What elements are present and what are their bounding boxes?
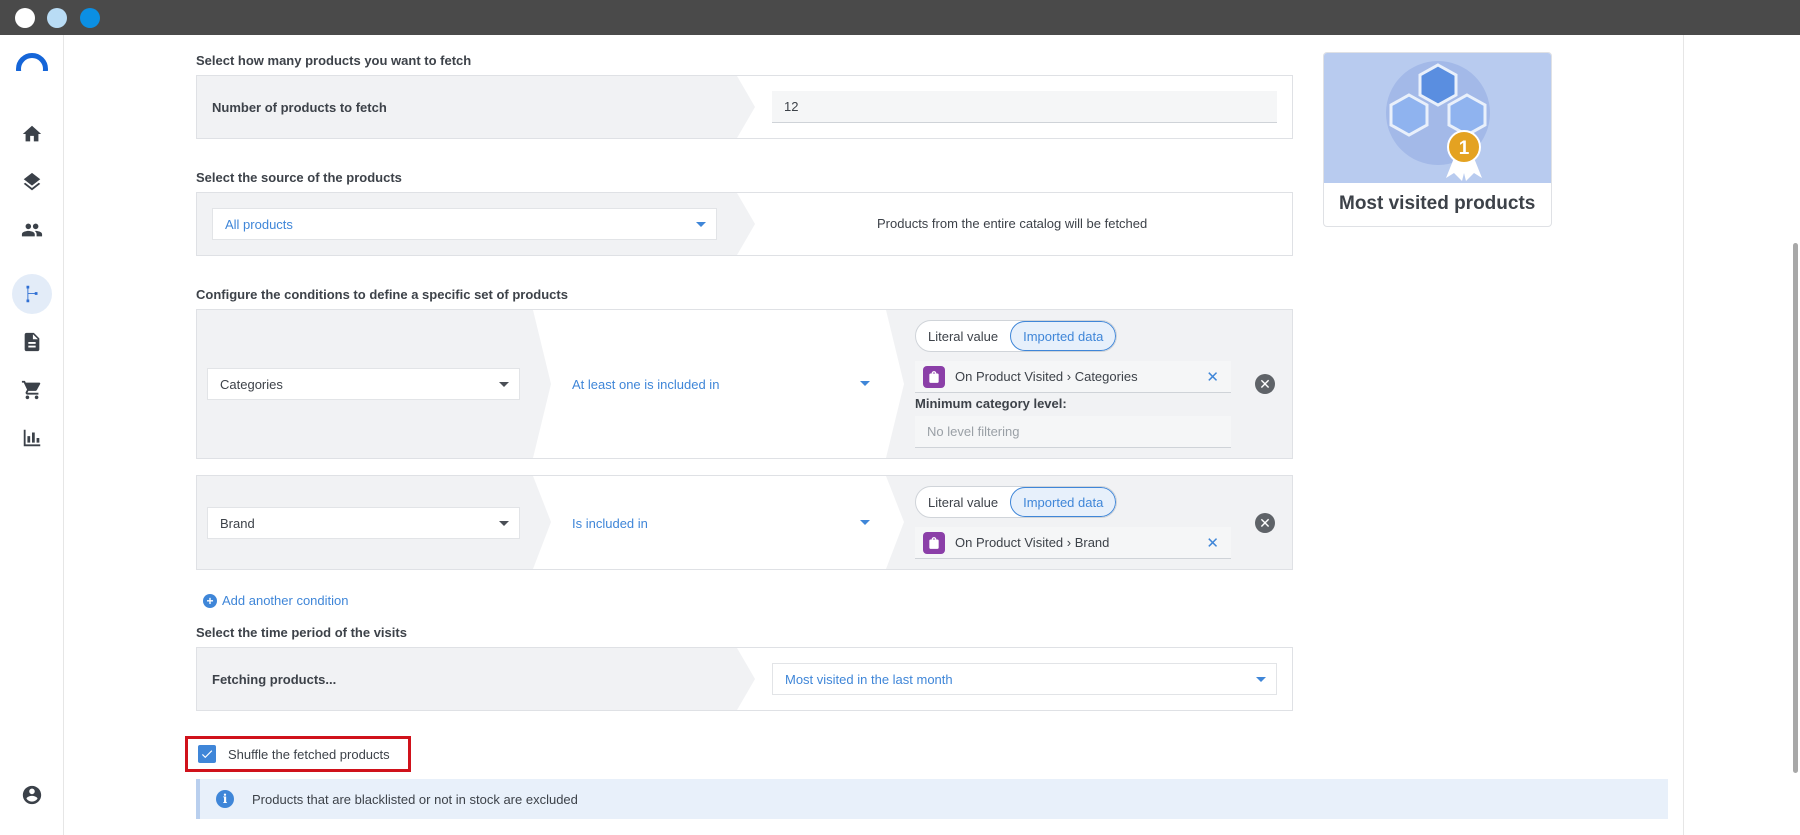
shuffle-checkbox-row[interactable]: Shuffle the fetched products bbox=[185, 736, 411, 772]
cart-icon bbox=[21, 380, 41, 400]
remove-condition-button[interactable]: ✕ bbox=[1255, 513, 1275, 533]
add-condition-button[interactable]: + Add another condition bbox=[203, 593, 348, 608]
source-panel: All products Products from the entire ca… bbox=[196, 192, 1293, 256]
sidebar-item-account[interactable] bbox=[12, 775, 52, 815]
time-period-value: Most visited in the last month bbox=[785, 671, 953, 687]
min-category-level-input[interactable]: No level filtering bbox=[915, 416, 1231, 448]
arrow-divider bbox=[737, 76, 755, 138]
sidebar-item-layers[interactable] bbox=[12, 162, 52, 202]
time-period-section-label: Select the time period of the visits bbox=[196, 625, 407, 640]
arrow-divider bbox=[886, 310, 904, 458]
arrow-divider bbox=[533, 476, 551, 569]
sidebar-item-analytics[interactable] bbox=[12, 418, 52, 458]
arrow-divider bbox=[533, 310, 551, 458]
chevron-down-icon bbox=[499, 382, 509, 387]
imported-data-field[interactable]: On Product Visited › Categories ✕ bbox=[915, 361, 1231, 393]
condition-row: Categories At least one is included in L… bbox=[196, 309, 1293, 459]
chevron-down-icon bbox=[1256, 677, 1266, 682]
value-type-toggle: Literal value Imported data bbox=[915, 320, 1118, 352]
arrow-divider bbox=[737, 193, 755, 255]
home-icon bbox=[22, 125, 42, 142]
time-period-panel: Fetching products... Most visited in the… bbox=[196, 647, 1293, 711]
imported-data-toggle[interactable]: Imported data bbox=[1010, 487, 1117, 517]
source-select[interactable]: All products bbox=[212, 208, 717, 240]
window-maximize-button[interactable] bbox=[80, 8, 100, 28]
conditions-section-label: Configure the conditions to define a spe… bbox=[196, 287, 568, 302]
condition-operator-value: Is included in bbox=[572, 515, 648, 531]
chevron-down-icon bbox=[860, 520, 870, 525]
document-icon bbox=[24, 332, 40, 352]
imported-data-toggle[interactable]: Imported data bbox=[1010, 321, 1117, 351]
imported-data-chip: On Product Visited › Brand bbox=[955, 535, 1110, 550]
window-minimize-button[interactable] bbox=[47, 8, 67, 28]
layers-icon bbox=[23, 172, 41, 191]
info-text: Products that are blacklisted or not in … bbox=[252, 791, 578, 807]
condition-field-value: Brand bbox=[220, 515, 255, 531]
imported-data-field[interactable]: On Product Visited › Brand ✕ bbox=[915, 527, 1231, 559]
time-period-label: Fetching products... bbox=[212, 672, 337, 687]
fetch-count-section-label: Select how many products you want to fet… bbox=[196, 53, 472, 68]
recipe-illustration: 1 bbox=[1324, 53, 1551, 183]
fetch-count-panel: Number of products to fetch 12 bbox=[196, 75, 1293, 139]
bar-chart-icon bbox=[23, 429, 41, 447]
sidebar-item-home[interactable] bbox=[12, 114, 52, 154]
window-titlebar bbox=[0, 0, 1800, 35]
condition-operator-select[interactable]: Is included in bbox=[560, 507, 880, 539]
sidebar-item-document[interactable] bbox=[12, 322, 52, 362]
flow-icon bbox=[26, 285, 38, 303]
recipe-card-title: Most visited products bbox=[1339, 193, 1536, 214]
shuffle-checkbox[interactable] bbox=[198, 745, 216, 763]
source-description: Products from the entire catalog will be… bbox=[877, 216, 1148, 231]
source-select-value: All products bbox=[225, 216, 293, 232]
clear-icon[interactable]: ✕ bbox=[1206, 368, 1219, 386]
chevron-down-icon bbox=[860, 381, 870, 386]
arrow-divider bbox=[737, 648, 755, 710]
medal-badge-number: 1 bbox=[1459, 138, 1470, 159]
time-period-select[interactable]: Most visited in the last month bbox=[772, 663, 1277, 695]
sidebar bbox=[0, 35, 64, 835]
value-type-toggle: Literal value Imported data bbox=[915, 486, 1118, 518]
literal-value-toggle[interactable]: Literal value bbox=[916, 487, 1010, 517]
shuffle-label: Shuffle the fetched products bbox=[228, 746, 390, 762]
literal-value-toggle[interactable]: Literal value bbox=[916, 321, 1010, 351]
fetch-count-label: Number of products to fetch bbox=[212, 100, 387, 115]
min-category-level-label: Minimum category level: bbox=[915, 396, 1067, 411]
sidebar-item-people[interactable] bbox=[12, 210, 52, 250]
condition-field-select[interactable]: Categories bbox=[207, 368, 520, 400]
sidebar-item-flow[interactable] bbox=[12, 274, 52, 314]
add-condition-label: Add another condition bbox=[222, 593, 349, 608]
condition-field-value: Categories bbox=[220, 376, 283, 392]
arrow-divider bbox=[886, 476, 904, 569]
info-icon: i bbox=[216, 790, 234, 808]
shopping-bag-icon bbox=[923, 531, 945, 554]
sidebar-item-cart[interactable] bbox=[12, 370, 52, 410]
remove-condition-button[interactable]: ✕ bbox=[1255, 374, 1275, 394]
source-section-label: Select the source of the products bbox=[196, 170, 402, 185]
shopping-bag-icon bbox=[923, 365, 945, 388]
content-divider bbox=[1683, 35, 1684, 835]
add-circle-icon: + bbox=[203, 593, 217, 608]
condition-field-select[interactable]: Brand bbox=[207, 507, 520, 539]
scrollbar-thumb[interactable] bbox=[1793, 243, 1798, 773]
info-banner: i Products that are blacklisted or not i… bbox=[196, 779, 1668, 819]
account-circle-icon bbox=[22, 785, 42, 805]
chevron-down-icon bbox=[499, 521, 509, 526]
checkmark-icon bbox=[201, 750, 213, 759]
imported-data-chip: On Product Visited › Categories bbox=[955, 369, 1138, 384]
clear-icon[interactable]: ✕ bbox=[1206, 534, 1219, 552]
chevron-down-icon bbox=[696, 222, 706, 227]
condition-operator-select[interactable]: At least one is included in bbox=[560, 368, 880, 400]
brand-logo[interactable] bbox=[16, 53, 48, 71]
condition-operator-value: At least one is included in bbox=[572, 376, 720, 392]
people-icon bbox=[21, 223, 43, 237]
window-close-button[interactable] bbox=[15, 8, 35, 28]
boxes-medal-illustration: 1 bbox=[1386, 61, 1490, 181]
fetch-count-input[interactable]: 12 bbox=[772, 91, 1277, 123]
condition-row: Brand Is included in Literal value Impor… bbox=[196, 475, 1293, 570]
recipe-card[interactable]: 1 Most visited products bbox=[1323, 52, 1552, 227]
